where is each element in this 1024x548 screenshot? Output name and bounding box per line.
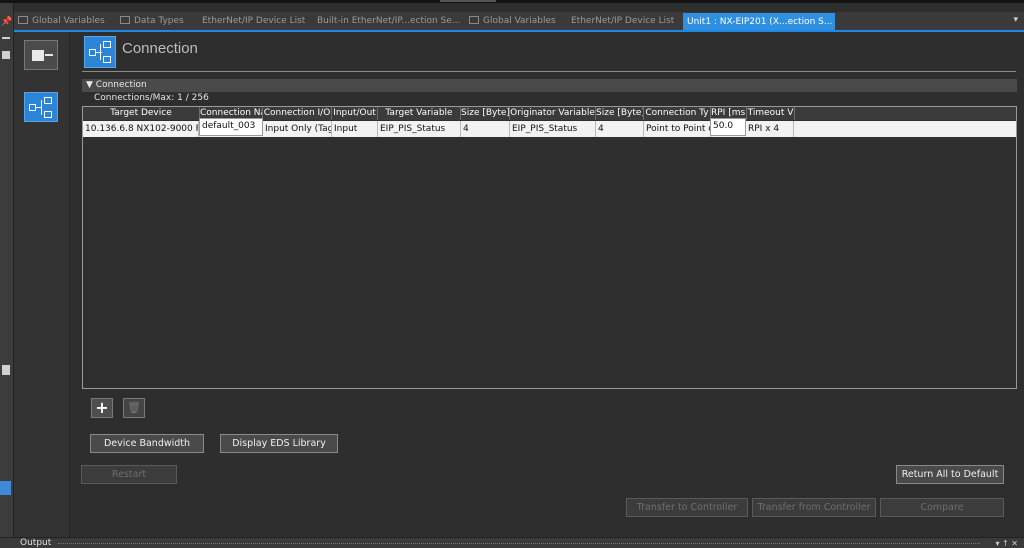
column-header[interactable]: Timeout V [747,107,795,120]
table-icon [469,16,479,24]
table-cell[interactable]: 50.0 [710,118,746,136]
panel-controls-icon[interactable]: ▾ ↑ ✕ [995,538,1018,548]
column-header[interactable]: Target Variable [378,107,461,120]
document-tab-bar: Global Variables Data Types EtherNet/IP … [14,12,1024,32]
dock-marker [2,51,10,59]
hierarchy-icon [120,16,130,24]
transfer-from-controller-button[interactable]: Transfer from Controller [752,498,876,517]
tab-unit1-nx-eip201[interactable]: Unit1 : NX-EIP201 (X...ection S...✕ [683,13,835,30]
title-strip [0,0,1024,3]
pin-icon[interactable]: 📌 [1,17,12,27]
return-all-to-default-button[interactable]: Return All to Default [896,465,1004,484]
table-cell[interactable]: 4 [461,121,510,137]
table-cell[interactable]: Input Only (Tag [263,121,332,137]
editor-navigation-column [14,32,70,537]
restart-button[interactable]: Restart [81,465,177,484]
compare-button[interactable]: Compare [880,498,1004,517]
column-header[interactable]: Connection Ty [644,107,711,120]
delete-connection-button[interactable]: 🗑 [123,398,145,418]
tab-built-in-ethernet-ip[interactable]: Built-in EtherNet/IP...ection Se... [317,13,461,30]
editor-header: Connection [82,34,1016,72]
trash-icon: 🗑 [127,401,141,414]
column-header[interactable]: Target Device [83,107,200,120]
column-header[interactable]: Originator Variable [510,107,596,120]
header-divider [82,71,1016,72]
dock-marker [2,37,10,39]
add-connection-button[interactable]: + [91,398,113,418]
tab-list-dropdown-icon[interactable]: ▾ [1013,15,1018,25]
table-cell[interactable]: Point to Point c [644,121,711,137]
column-header[interactable]: Size [Byte] [596,107,644,120]
table-cell[interactable]: default_003 [199,118,263,136]
output-label: Output [20,538,52,548]
column-header[interactable]: Connection I/O [263,107,332,120]
transfer-to-controller-button[interactable]: Transfer to Controller [626,498,748,517]
tab-ethernet-ip-device-list-2[interactable]: EtherNet/IP Device List [571,13,679,30]
table-cell[interactable]: EIP_PIS_Status [510,121,596,137]
column-header[interactable]: Input/Out [332,107,378,120]
table-cell[interactable]: 10.136.6.8 NX102-9000 Rev [83,121,199,137]
tab-data-types[interactable]: Data Types [120,13,194,30]
display-eds-library-button[interactable]: Display EDS Library [220,434,338,453]
tab-global-variables[interactable]: Global Variables [18,13,110,30]
dock-marker [2,365,10,375]
table-cell[interactable]: 4 [596,121,644,137]
app-window: 📌 Global Variables Data Types EtherNet/I… [0,0,1024,548]
unit-settings-icon[interactable] [24,40,58,70]
left-dock-strip: 📌 [0,3,14,537]
output-panel-bar[interactable]: Output ▾ ↑ ✕ [0,537,1024,548]
table-cell[interactable]: RPI x 4 [746,121,794,137]
device-bandwidth-button[interactable]: Device Bandwidth [90,434,204,453]
table-cell[interactable]: Input [332,121,378,137]
table-cell[interactable]: EIP_PIS_Status [378,121,461,137]
connection-network-icon [84,36,116,68]
connection-network-icon[interactable] [24,92,58,122]
table-icon [18,16,28,24]
section-toggle[interactable]: ▼ Connection [82,79,1017,92]
column-header[interactable]: Size [Byte] [461,107,510,120]
page-title: Connection [122,40,198,57]
connections-max-label: Connections/Max: 1 / 256 [94,93,209,103]
connection-section: ▼ Connection Connections/Max: 1 / 256 Ta… [82,79,1017,389]
connection-table: Target Device Connection Na Connection I… [82,106,1017,389]
tab-global-variables-2[interactable]: Global Variables [469,13,561,30]
dock-selected-marker[interactable] [0,481,11,495]
tab-ethernet-ip-device-list[interactable]: EtherNet/IP Device List [202,13,310,30]
table-row[interactable]: 10.136.6.8 NX102-9000 Rev default_003 In… [83,118,1016,137]
